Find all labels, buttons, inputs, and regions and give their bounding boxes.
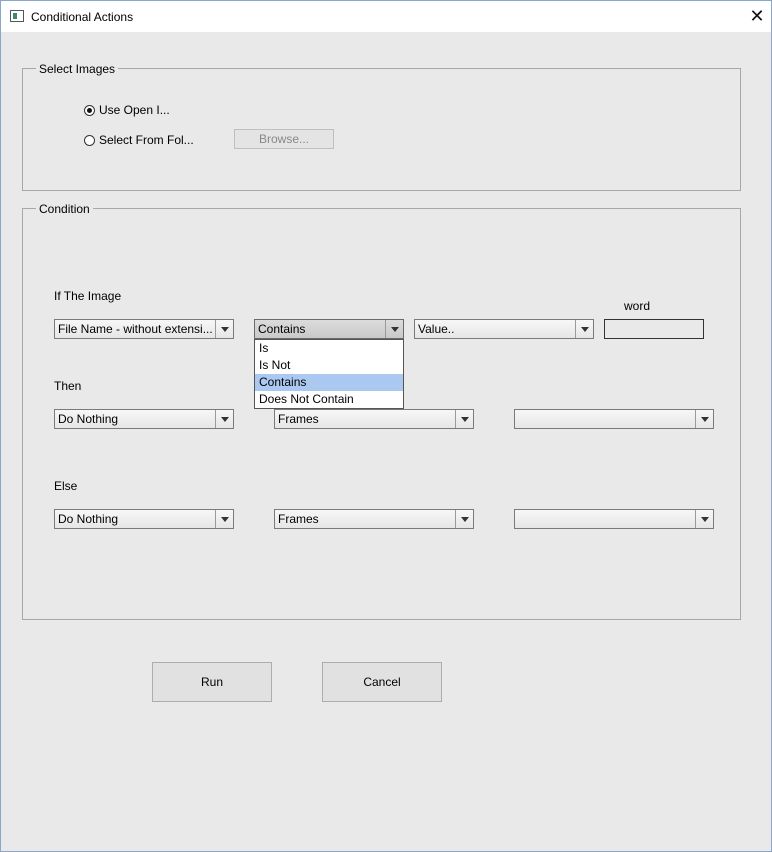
browse-button[interactable]: Browse... (234, 129, 334, 149)
else-action-combo[interactable]: Do Nothing (54, 509, 234, 529)
value-combo[interactable]: Value.. (414, 319, 594, 339)
chevron-down-icon (575, 320, 593, 338)
word-input[interactable] (604, 319, 704, 339)
operator-combo[interactable]: Contains (254, 319, 404, 339)
chevron-down-icon (455, 510, 473, 528)
chevron-down-icon (215, 510, 233, 528)
window-title: Conditional Actions (31, 10, 134, 24)
then-action-combo[interactable]: Do Nothing (54, 409, 234, 429)
chevron-down-icon (455, 410, 473, 428)
operator-option[interactable]: Does Not Contain (255, 391, 403, 408)
then-extra-combo[interactable] (514, 409, 714, 429)
run-button[interactable]: Run (152, 662, 272, 702)
app-icon (10, 10, 24, 22)
use-open-images-radio[interactable]: Use Open I... (84, 103, 170, 117)
if-attribute-value: File Name - without extensi... (58, 322, 213, 336)
chevron-down-icon (385, 320, 403, 338)
else-extra-combo[interactable] (514, 509, 714, 529)
operator-option[interactable]: Is Not (255, 357, 403, 374)
then-action-value: Do Nothing (58, 412, 119, 426)
title-bar: Conditional Actions ✕ (1, 1, 771, 32)
operator-option-selected[interactable]: Contains (255, 374, 403, 391)
select-images-legend: Select Images (36, 62, 119, 76)
cancel-button[interactable]: Cancel (322, 662, 442, 702)
conditional-actions-window: Conditional Actions ✕ Select Images Use … (0, 0, 772, 852)
select-from-folder-radio[interactable]: Select From Fol... (84, 133, 194, 147)
then-target-value: Frames (278, 412, 319, 426)
close-icon[interactable]: ✕ (747, 6, 767, 26)
use-open-images-label: Use Open I... (99, 103, 170, 117)
chevron-down-icon (695, 410, 713, 428)
radio-checked-icon (84, 104, 95, 116)
then-target-combo[interactable]: Frames (274, 409, 474, 429)
operator-value: Contains (258, 322, 306, 336)
radio-unchecked-icon (84, 134, 95, 146)
operator-option[interactable]: Is (255, 340, 403, 357)
chevron-down-icon (695, 510, 713, 528)
value-combo-value: Value.. (418, 322, 455, 336)
else-target-combo[interactable]: Frames (274, 509, 474, 529)
else-action-value: Do Nothing (58, 512, 119, 526)
word-label: word (624, 299, 651, 313)
if-attribute-combo[interactable]: File Name - without extensi... (54, 319, 234, 339)
else-target-value: Frames (278, 512, 319, 526)
if-the-image-label: If The Image (54, 289, 122, 303)
chevron-down-icon (215, 320, 233, 338)
condition-legend: Condition (36, 202, 93, 216)
else-label: Else (54, 479, 78, 493)
select-from-folder-label: Select From Fol... (99, 133, 194, 147)
select-images-group (22, 68, 741, 191)
chevron-down-icon (215, 410, 233, 428)
operator-dropdown-list: Is Is Not Contains Does Not Contain (254, 339, 404, 409)
then-label: Then (54, 379, 82, 393)
